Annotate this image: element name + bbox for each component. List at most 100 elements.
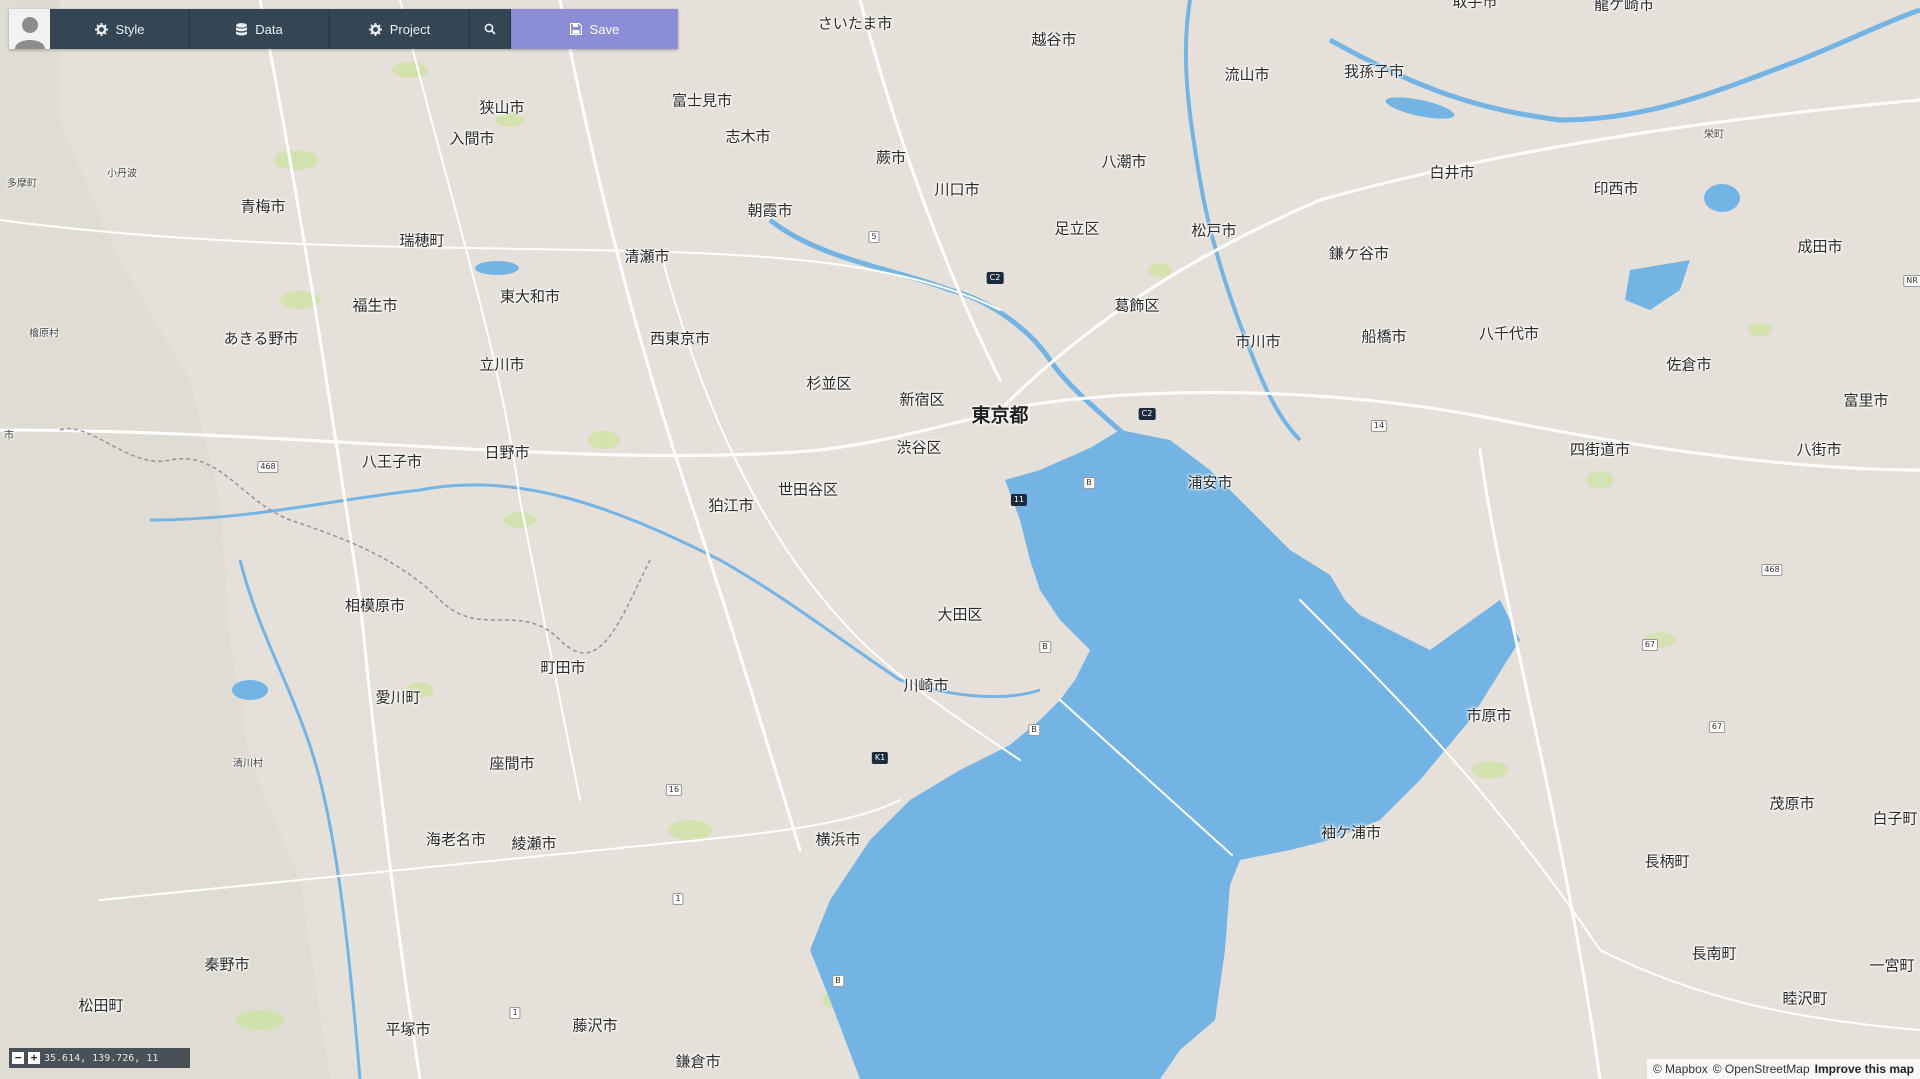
place-matsudo: 松戸市 <box>1191 221 1237 240</box>
route-shield: 468 <box>1761 564 1783 576</box>
place-yotsukaido: 四街道市 <box>1569 440 1631 459</box>
place-kamagaya: 鎌ケ谷市 <box>1328 244 1390 263</box>
route-shield: 1 <box>509 1007 521 1019</box>
place-shi-left: 市 <box>4 430 14 442</box>
place-warabi: 蕨市 <box>875 148 907 167</box>
place-ebina: 海老名市 <box>425 830 487 849</box>
zoom-in-button[interactable]: + <box>28 1052 40 1064</box>
lake-miyagase <box>232 680 268 700</box>
place-sodegaura: 袖ケ浦市 <box>1320 823 1382 842</box>
route-shield: 67 <box>1708 721 1726 733</box>
route-shield: B <box>1039 641 1051 653</box>
place-mutsuzawa: 睦沢町 <box>1782 989 1828 1008</box>
place-komae: 狛江市 <box>708 496 754 515</box>
place-ayase: 綾瀬市 <box>511 834 557 853</box>
place-matsuda: 松田町 <box>78 996 124 1015</box>
avatar[interactable] <box>9 9 50 49</box>
map-canvas[interactable] <box>0 0 1920 1079</box>
save-icon <box>569 23 582 35</box>
place-hadano: 秦野市 <box>204 955 250 974</box>
project-button-label: Project <box>389 21 431 37</box>
route-shield: 67 <box>1641 639 1659 651</box>
place-fussa: 福生市 <box>352 296 398 315</box>
route-shield: NR <box>1903 275 1920 287</box>
route-shield: B <box>1028 724 1040 736</box>
place-abiko: 我孫子市 <box>1343 62 1405 81</box>
route-shield: 1 <box>672 893 684 905</box>
search-icon <box>484 23 496 35</box>
route-shield: B <box>832 975 844 987</box>
place-fujisawa: 藤沢市 <box>572 1016 618 1035</box>
place-shiki: 志木市 <box>725 127 771 146</box>
improve-map-link[interactable]: Improve this map <box>1815 1062 1914 1076</box>
place-adachi: 足立区 <box>1054 219 1100 238</box>
save-button-label: Save <box>589 21 620 37</box>
place-aikawa: 愛川町 <box>375 688 421 707</box>
place-shinjuku: 新宿区 <box>899 390 945 409</box>
zoom-out-button[interactable]: − <box>12 1052 24 1064</box>
route-shield: 468 <box>257 461 279 473</box>
place-yokohama: 横浜市 <box>815 830 861 849</box>
place-mobara: 茂原市 <box>1769 794 1815 813</box>
place-sayama: 狭山市 <box>479 98 525 117</box>
place-tamachi: 多摩町 <box>7 178 37 190</box>
place-suginami: 杉並区 <box>806 374 852 393</box>
place-sakae: 栄町 <box>1704 129 1724 141</box>
place-yachimata: 八街市 <box>1796 440 1842 459</box>
place-otaba: 小丹波 <box>107 168 137 180</box>
place-kawaguchi: 川口市 <box>934 180 980 199</box>
route-shield: C2 <box>986 272 1004 284</box>
search-button[interactable] <box>470 9 511 49</box>
place-tomisato: 富里市 <box>1843 391 1889 410</box>
place-nagara: 長柄町 <box>1644 852 1690 871</box>
place-shibuya: 渋谷区 <box>896 438 942 457</box>
place-hachioji: 八王子市 <box>361 452 423 471</box>
route-shield: C2 <box>1138 408 1156 420</box>
place-tachikawa: 立川市 <box>479 355 525 374</box>
osm-attribution-link[interactable]: © OpenStreetMap <box>1713 1062 1810 1076</box>
place-shiroi: 白井市 <box>1429 163 1475 182</box>
place-ryugasaki: 龍ケ崎市 <box>1593 0 1655 14</box>
route-shield: 14 <box>1370 420 1388 432</box>
place-yachiyo: 八千代市 <box>1478 324 1540 343</box>
toolbar: Style Data Project Save <box>9 9 678 49</box>
place-narita: 成田市 <box>1797 237 1843 256</box>
coordinates-panel: − + 35.614, 139.726, 11 <box>9 1048 190 1068</box>
route-shield: 11 <box>1010 494 1028 506</box>
place-zama: 座間市 <box>489 754 535 773</box>
place-yashio: 八潮市 <box>1101 152 1147 171</box>
lake-sayama <box>475 261 519 275</box>
route-shield: 5 <box>868 231 880 243</box>
place-katsushika: 葛飾区 <box>1114 296 1160 315</box>
place-ota: 大田区 <box>937 605 983 624</box>
place-koshigaya: 越谷市 <box>1031 30 1077 49</box>
place-kamakura: 鎌倉市 <box>675 1052 721 1071</box>
place-ome: 青梅市 <box>240 197 286 216</box>
place-shirako: 白子町 <box>1872 809 1918 828</box>
route-shield: K1 <box>871 752 889 764</box>
place-chonan: 長南町 <box>1691 944 1737 963</box>
place-nishitokyo: 西東京市 <box>649 329 711 348</box>
place-nagareyama: 流山市 <box>1224 65 1270 84</box>
place-mizuho: 瑞穂町 <box>399 231 445 250</box>
route-shield: 16 <box>665 784 683 796</box>
place-toride: 取手市 <box>1452 0 1498 11</box>
place-hino: 日野市 <box>484 443 530 462</box>
style-button[interactable]: Style <box>50 9 190 49</box>
place-ichihara: 市原市 <box>1466 706 1512 725</box>
place-asaka: 朝霞市 <box>747 201 793 220</box>
project-button[interactable]: Project <box>330 9 470 49</box>
save-button[interactable]: Save <box>511 9 678 49</box>
place-hinohara: 檜原村 <box>29 328 59 340</box>
user-icon <box>14 17 45 49</box>
place-higashiyamato: 東大和市 <box>499 287 561 306</box>
gear-icon <box>368 22 382 36</box>
data-button-label: Data <box>255 21 283 37</box>
mapbox-attribution-link[interactable]: © Mapbox <box>1653 1062 1708 1076</box>
place-urayasu: 浦安市 <box>1187 473 1233 492</box>
route-shield: B <box>1083 477 1095 489</box>
place-machida: 町田市 <box>540 658 586 677</box>
place-tokyo: 東京都 <box>971 404 1029 427</box>
place-kiyokawa: 清川村 <box>233 758 263 770</box>
data-button[interactable]: Data <box>190 9 330 49</box>
